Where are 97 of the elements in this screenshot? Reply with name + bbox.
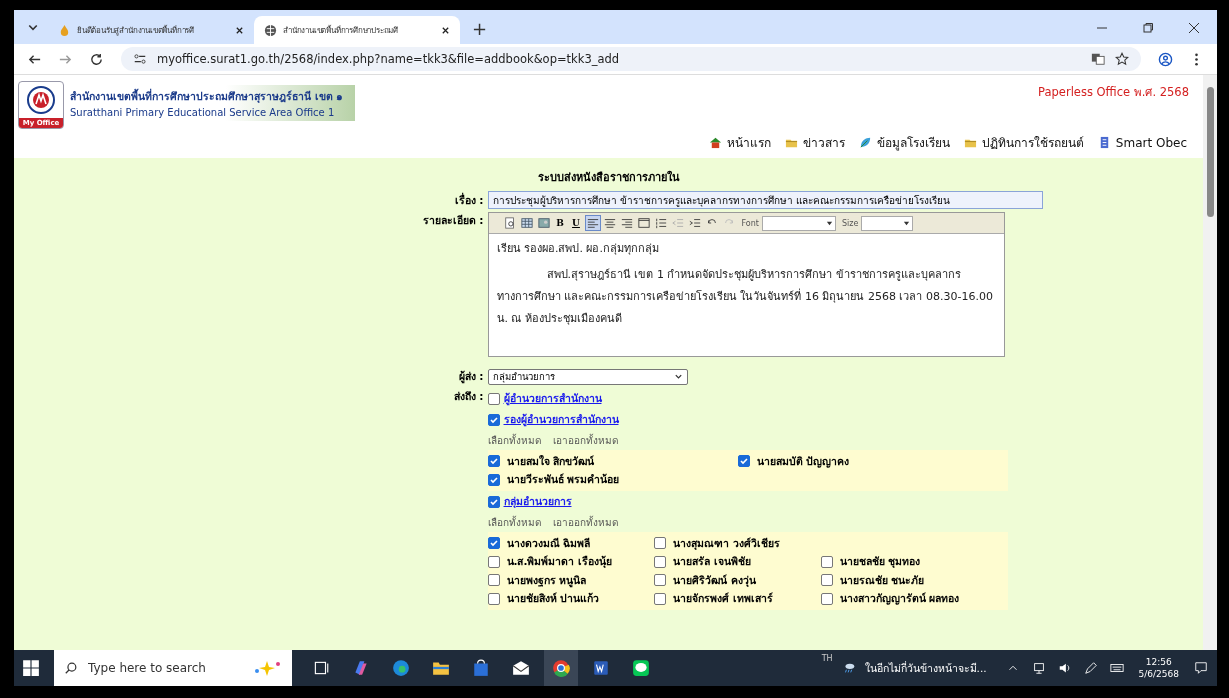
underline-button[interactable]: U <box>569 218 583 228</box>
align-left-icon[interactable] <box>585 216 600 230</box>
translate-icon[interactable] <box>1091 52 1105 66</box>
dropdown-arrow-icon <box>903 219 911 227</box>
checkbox[interactable] <box>487 473 500 486</box>
nav-link[interactable]: ปฏิทินการใช้รถยนต์ <box>963 133 1084 152</box>
select-all-link[interactable]: เลือกทั้งหมด <box>487 514 541 530</box>
numbered-list-icon[interactable] <box>653 216 668 230</box>
form-heading: ระบบส่งหนังสือราชการภายใน <box>537 169 680 186</box>
subject-field[interactable]: การประชุมผู้บริหารการศึกษา ข้าราชการครูและบุคลากรทางการศึกษา และคณะกรรมการเครือข่ายโรงเรียน <box>487 191 1043 209</box>
field-label: ส่งถึง : <box>452 389 485 404</box>
size-label: Size <box>841 218 859 228</box>
member-name: นายพงฐกร หนูนิล <box>506 572 587 589</box>
group-link[interactable]: กลุ่มอำนวยการ <box>503 493 572 510</box>
close-icon[interactable] <box>441 25 450 35</box>
taskbar-search-box[interactable]: Type here to search <box>54 650 292 686</box>
checkbox[interactable] <box>487 537 500 550</box>
scrollbar[interactable] <box>1203 75 1217 650</box>
sender-dropdown[interactable]: กลุ่มอำนวยการ <box>487 368 688 385</box>
image-icon[interactable] <box>536 216 551 230</box>
nav-link[interactable]: หน้าแรก <box>708 133 771 152</box>
tagline: Paperless Office พ.ศ. 2568 <box>1038 84 1189 101</box>
member-name: นายสมบัติ ปัญญาคง <box>756 453 850 470</box>
language-indicator[interactable]: TH <box>821 654 833 663</box>
field-label: เรื่อง : <box>453 191 485 208</box>
editor-text: เรียน รองผอ.สพป. ผอ.กลุ่มทุกกลุ่ม <box>496 241 660 257</box>
star-icon[interactable] <box>1115 52 1129 66</box>
taskbar-clock[interactable]: 12:56 5/6/2568 <box>1138 656 1179 680</box>
member-name: นายชัยสิงห์ ปานแก้ว <box>506 591 600 607</box>
member-name: นางสุมณฑา วงศ์วิเชียร <box>673 535 780 552</box>
close-icon[interactable] <box>1188 22 1200 34</box>
nav-link[interactable]: Smart Obec <box>1097 133 1187 152</box>
member-name: นายวีระพันธ์ พรมคำน้อย <box>506 472 620 488</box>
checkbox[interactable] <box>820 555 833 568</box>
font-label: Font <box>741 218 759 228</box>
member-name: นายรณชัย ชนะภัย <box>839 572 925 588</box>
checkbox[interactable] <box>737 455 750 468</box>
profile-icon[interactable] <box>1158 51 1173 67</box>
emblem-icon <box>26 85 56 115</box>
checkbox[interactable] <box>487 455 500 468</box>
chevron-down-icon <box>673 372 683 381</box>
checkbox[interactable] <box>487 574 500 587</box>
checkbox[interactable] <box>654 574 667 587</box>
checkbox[interactable] <box>820 592 833 605</box>
globe-icon <box>264 23 277 37</box>
member-name: นางสาวกัญญารัตน์ ผลทอง <box>839 591 960 607</box>
table-icon[interactable] <box>519 216 534 230</box>
checkbox[interactable] <box>487 555 500 568</box>
checkbox[interactable] <box>820 574 833 587</box>
chrome-app-icon[interactable] <box>544 650 578 686</box>
member-name: นายศิริวัฒน์ คงวุ่น <box>673 572 756 589</box>
align-center-icon[interactable] <box>602 216 617 230</box>
site-title: สำนักงานเขตพื้นที่การศึกษาประถมศึกษาสุราษฎร์ธานี เขต ๑ <box>70 88 344 105</box>
deselect-all-link[interactable]: เอาออกทั้งหมด <box>552 514 618 530</box>
browser-tab[interactable]: สำนักงานเขตพื้นที่การศึกษาประถมศึ <box>254 16 460 44</box>
nav-link[interactable]: ข่าวสาร <box>784 133 845 152</box>
reload-icon[interactable] <box>89 51 104 67</box>
member-name: นายจักรพงศ์ เทพเสาร์ <box>673 591 773 607</box>
restore-icon[interactable] <box>1142 22 1154 34</box>
field-label: รายละเอียด : <box>421 213 485 228</box>
checkbox[interactable] <box>487 413 500 426</box>
member-name: นายสรัล เจนพิชัย <box>673 554 751 570</box>
nav-link[interactable]: ข้อมูลโรงเรียน <box>858 133 950 152</box>
browser-tab[interactable]: ยินดีต้อนรับสู่สำนักงานเขตพื้นที่การศึ <box>48 16 254 44</box>
align-right-icon[interactable] <box>619 216 634 230</box>
select-all-link[interactable]: เลือกทั้งหมด <box>487 432 541 448</box>
checkbox[interactable] <box>654 537 667 550</box>
close-icon[interactable] <box>235 25 244 35</box>
member-name: น.ส.พิมพ์มาดา เรืองนุ้ย <box>506 554 613 570</box>
house-icon <box>708 136 722 149</box>
site-info-icon[interactable] <box>133 52 147 66</box>
new-tab-button[interactable]: + <box>472 18 488 39</box>
leaf-icon <box>858 136 872 149</box>
editor-text: สพป.สุราษฎร์ธานี เขต 1 กำหนดจัดประชุมผู้บริหารการศึกษา ข้าราชการครูและบุคลากรทางการศึกษา และคณะกรรมการเครือข่ายโรงเรียน ในวันจันทร์ที่ 16 มิถุนายน 2568 เวลา 08.30-16.00 น. ณ ห้องประชุมเมืองคนดี <box>496 267 994 327</box>
checkbox[interactable] <box>654 555 667 568</box>
checkbox[interactable] <box>654 592 667 605</box>
checkbox[interactable] <box>487 495 500 508</box>
sparkle-icon[interactable] <box>252 660 282 676</box>
search-icon <box>64 661 78 675</box>
address-bar[interactable]: myoffice.surat1.go.th/2568/index.php?name=tkk3&file=addbook&op=tkk3_add <box>121 47 1141 71</box>
bold-button[interactable]: B <box>553 218 567 228</box>
deselect-all-link[interactable]: เอาออกทั้งหมด <box>552 432 618 448</box>
group-link[interactable]: ผู้อำนวยการสำนักงาน <box>503 390 602 407</box>
weather-text[interactable]: ในอีกไม่กี่วันข้างหน้าจะมี... <box>864 659 987 677</box>
scrollbar-thumb[interactable] <box>1206 87 1214 217</box>
group-link[interactable]: รองผู้อำนวยการสำนักงาน <box>503 411 619 428</box>
checkbox[interactable] <box>487 392 500 405</box>
member-name: นายสมใจ สิกขวัฒน์ <box>506 453 595 469</box>
indent-icon[interactable] <box>687 216 702 230</box>
checkbox[interactable] <box>487 592 500 605</box>
member-name: นางดวงมณี ฉิมพลี <box>506 535 591 551</box>
box-icon[interactable] <box>636 216 651 230</box>
member-name: นายชลชัย ชุมทอง <box>839 554 921 570</box>
dropdown-arrow-icon <box>825 219 833 227</box>
field-label: ผู้ส่ง : <box>457 369 485 385</box>
site-subtitle: Suratthani Primary Educational Service Area Office 1 <box>70 107 336 118</box>
preview-icon[interactable] <box>502 216 517 230</box>
